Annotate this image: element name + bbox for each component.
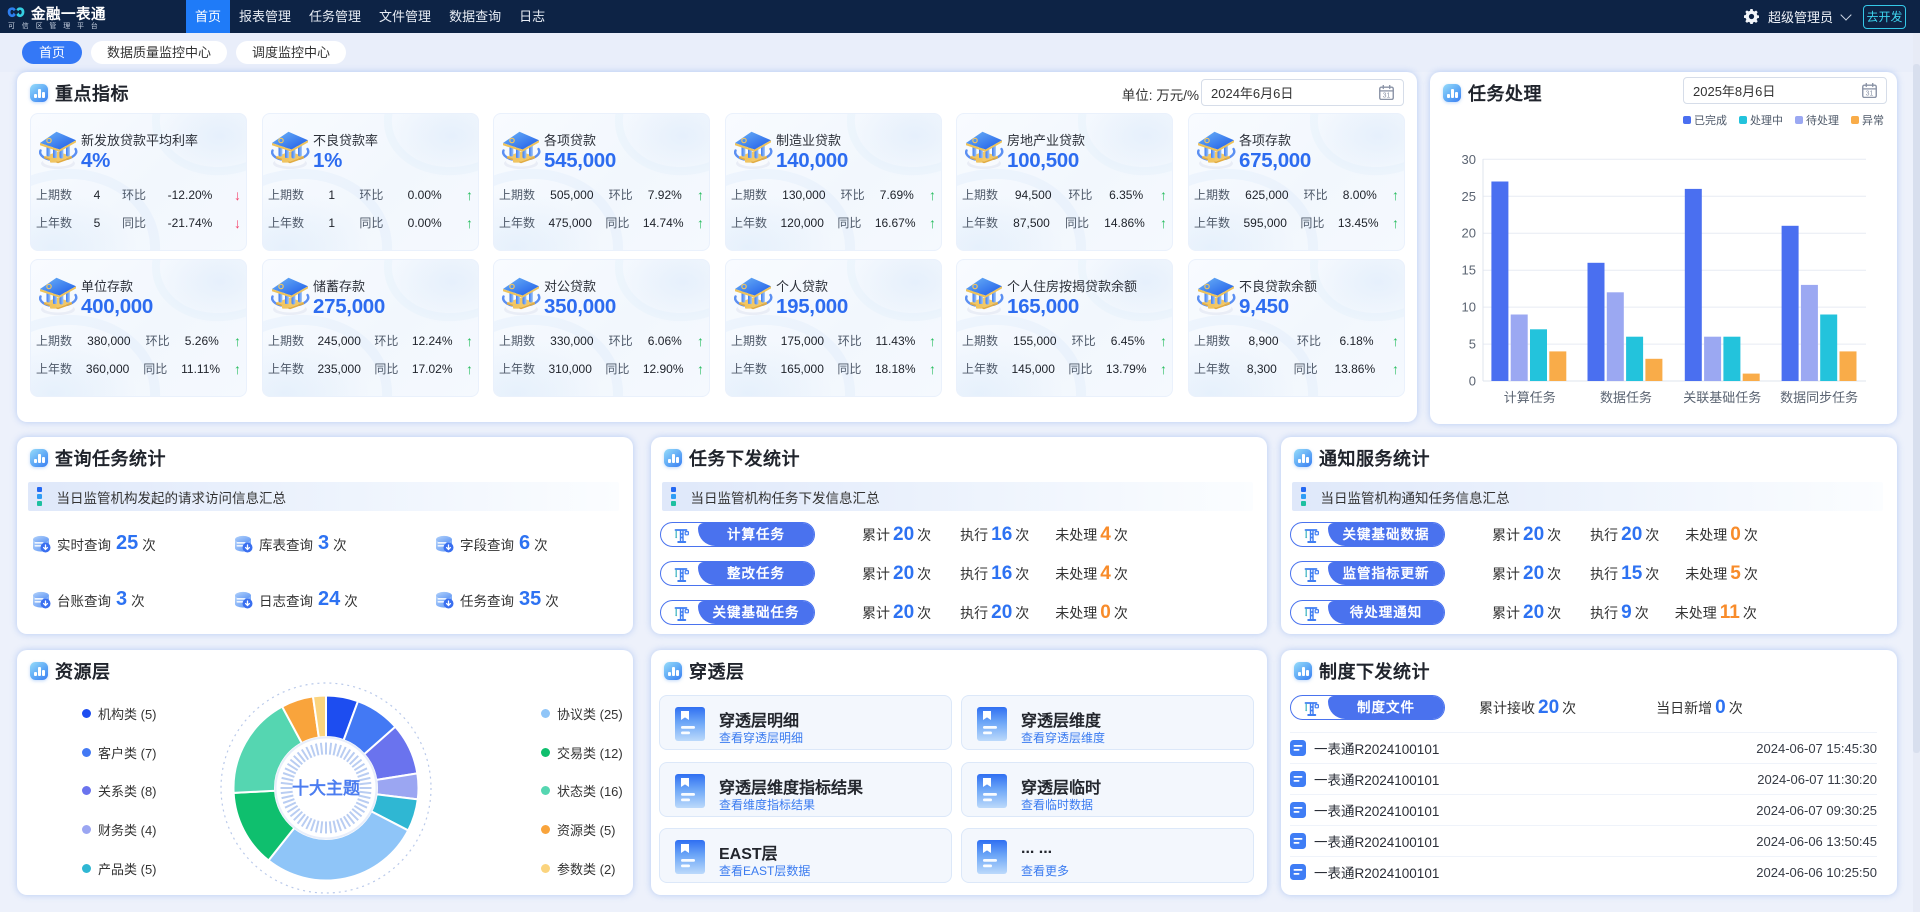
svg-text:20: 20 <box>1462 226 1476 241</box>
svg-text:十大主题: 十大主题 <box>292 778 361 798</box>
svg-text:数据任务: 数据任务 <box>1600 390 1652 405</box>
svg-text:5: 5 <box>1469 337 1476 352</box>
svg-text:15: 15 <box>1462 263 1476 278</box>
svg-text:10: 10 <box>1462 300 1476 315</box>
svg-text:关联基础任务: 关联基础任务 <box>1683 390 1761 405</box>
svg-text:计算任务: 计算任务 <box>1504 390 1556 405</box>
svg-text:25: 25 <box>1462 189 1476 204</box>
svg-text:数据同步任务: 数据同步任务 <box>1780 390 1858 405</box>
svg-text:0: 0 <box>1469 374 1476 389</box>
svg-text:30: 30 <box>1462 152 1476 167</box>
